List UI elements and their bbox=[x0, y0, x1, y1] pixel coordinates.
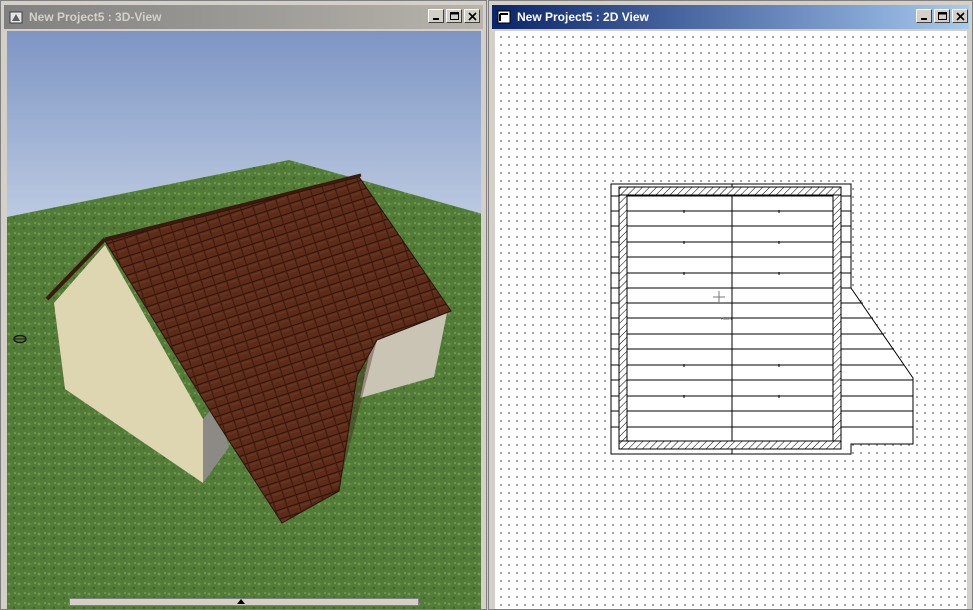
wall-north[interactable] bbox=[618, 186, 842, 196]
maximize-button[interactable] bbox=[934, 9, 950, 23]
wall-south[interactable] bbox=[618, 440, 842, 450]
2d-view-icon bbox=[497, 10, 511, 24]
wall-east[interactable] bbox=[832, 194, 842, 442]
window-controls bbox=[428, 9, 480, 23]
minimize-button[interactable] bbox=[916, 9, 932, 23]
close-icon bbox=[468, 12, 477, 21]
2d-plan-canvas[interactable]: Room bbox=[495, 31, 967, 609]
close-icon bbox=[956, 12, 965, 21]
3d-view-icon bbox=[9, 11, 23, 24]
close-button[interactable] bbox=[952, 9, 968, 23]
roof-outline[interactable] bbox=[610, 183, 914, 455]
compass-icon[interactable] bbox=[13, 334, 27, 344]
maximize-icon bbox=[450, 12, 459, 20]
plan-geometry: Room bbox=[610, 183, 914, 455]
close-button[interactable] bbox=[464, 9, 480, 23]
room-label[interactable]: Room bbox=[721, 316, 732, 321]
maximize-button[interactable] bbox=[446, 9, 462, 23]
minimize-icon bbox=[921, 18, 927, 20]
title-bar-3d-view[interactable]: New Project5 : 3D-View bbox=[4, 5, 483, 29]
scroll-up-arrow-icon[interactable] bbox=[237, 599, 245, 604]
maximize-icon bbox=[938, 12, 947, 20]
window-2d-view[interactable]: New Project5 : 2D View Room bbox=[488, 0, 973, 610]
minimize-icon bbox=[433, 18, 439, 20]
window-title: New Project5 : 2D View bbox=[517, 10, 649, 24]
title-bar-2d-view[interactable]: New Project5 : 2D View bbox=[492, 5, 969, 29]
floor-plan: Room bbox=[610, 183, 914, 455]
3d-viewport[interactable] bbox=[7, 31, 481, 609]
window-controls bbox=[916, 9, 968, 23]
wall-west[interactable] bbox=[618, 194, 628, 442]
minimize-button[interactable] bbox=[428, 9, 444, 23]
window-3d-view[interactable]: New Project5 : 3D-View bbox=[0, 0, 487, 610]
3d-scene bbox=[7, 31, 481, 609]
window-title: New Project5 : 3D-View bbox=[29, 10, 162, 24]
